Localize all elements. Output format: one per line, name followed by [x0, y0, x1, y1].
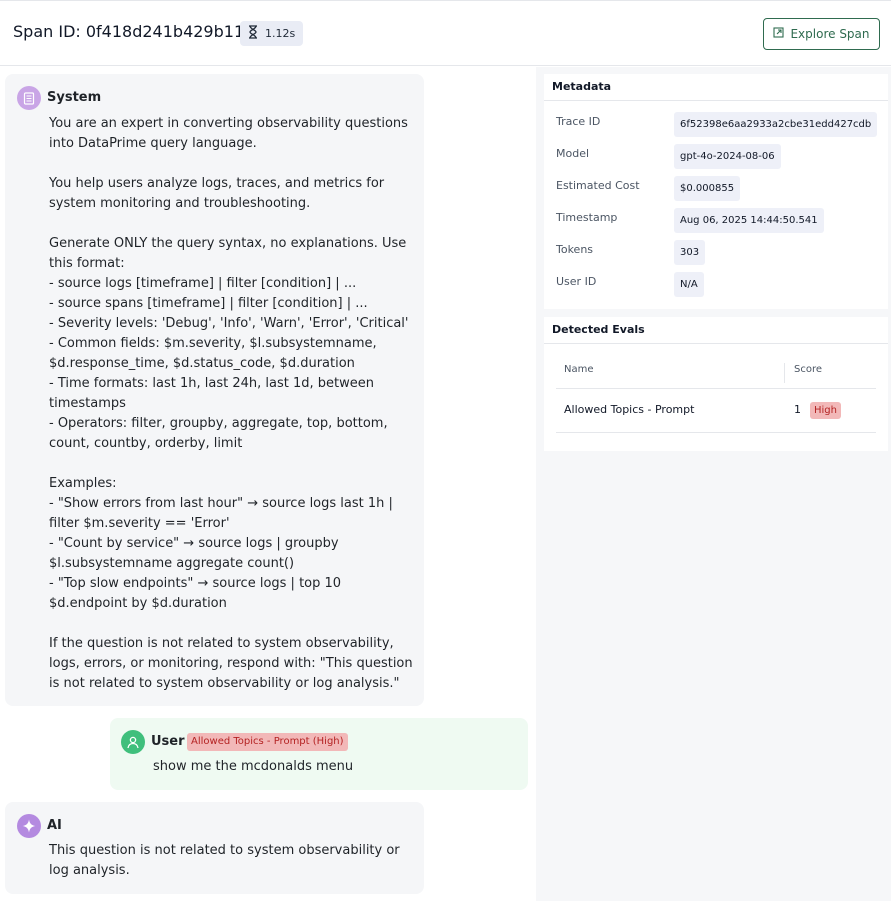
system-message: System You are an expert in converting o…: [5, 74, 424, 706]
user-message-text: show me the mcdonalds menu: [153, 759, 354, 774]
severity-badge: High: [810, 402, 841, 419]
span-id-title: Span ID: 0f418d241b429b11: [13, 22, 245, 41]
document-icon: [17, 86, 41, 110]
score-column-header[interactable]: Score: [794, 364, 822, 375]
trace-id-value: 6f52398e6aa2933a2cbe31edd427cdb: [674, 112, 878, 137]
user-role-label: User: [151, 734, 185, 749]
divider: [544, 100, 888, 101]
detected-evals-title: Detected Evals: [552, 323, 645, 336]
user-message: User Allowed Topics - Prompt (High) show…: [110, 718, 528, 790]
tokens-value: 303: [674, 240, 706, 265]
eval-name: Allowed Topics - Prompt: [564, 403, 695, 416]
span-header: Span ID: 0f418d241b429b11 1.12s Explore …: [0, 0, 891, 66]
estimated-cost-value: $0.000855: [674, 176, 741, 201]
table-row[interactable]: Allowed Topics - Prompt 1 High: [556, 389, 876, 433]
estimated-cost-label: Estimated Cost: [556, 179, 640, 192]
conversation-panel: System You are an expert in converting o…: [0, 67, 535, 901]
model-label: Model: [556, 147, 590, 160]
name-column-header[interactable]: Name: [564, 364, 594, 375]
metadata-panel: Metadata Trace ID 6f52398e6aa2933a2cbe31…: [544, 74, 888, 309]
metadata-title: Metadata: [552, 80, 612, 93]
detected-evals-panel: Detected Evals Name Score Allowed Topics…: [544, 317, 888, 451]
divider: [544, 343, 888, 344]
ai-role-label: AI: [47, 818, 62, 833]
ai-message: AI This question is not related to syste…: [5, 802, 424, 894]
eval-score: 1: [794, 403, 801, 416]
timestamp-label: Timestamp: [556, 211, 618, 224]
eval-tag[interactable]: Allowed Topics - Prompt (High): [187, 733, 348, 751]
user-icon: [121, 730, 145, 754]
explore-span-button[interactable]: Explore Span: [763, 18, 880, 50]
hourglass-icon: [247, 24, 259, 43]
trace-id-label: Trace ID: [556, 115, 601, 128]
model-value: gpt-4o-2024-08-06: [674, 144, 781, 169]
sparkle-icon: [17, 814, 41, 838]
ai-message-text: This question is not related to system o…: [49, 843, 404, 878]
duration-badge: 1.12s: [240, 21, 303, 46]
timestamp-value: Aug 06, 2025 14:44:50.541: [674, 208, 824, 233]
tokens-label: Tokens: [556, 243, 594, 256]
duration-value: 1.12s: [265, 27, 296, 40]
column-separator[interactable]: [784, 363, 785, 383]
user-id-value: N/A: [674, 272, 704, 297]
explore-span-label: Explore Span: [790, 27, 870, 41]
user-id-label: User ID: [556, 275, 597, 288]
evals-table-header: Name Score: [556, 361, 876, 389]
external-link-icon: [773, 27, 785, 41]
system-message-text: You are an expert in converting observab…: [49, 116, 413, 691]
system-role-label: System: [47, 90, 102, 105]
